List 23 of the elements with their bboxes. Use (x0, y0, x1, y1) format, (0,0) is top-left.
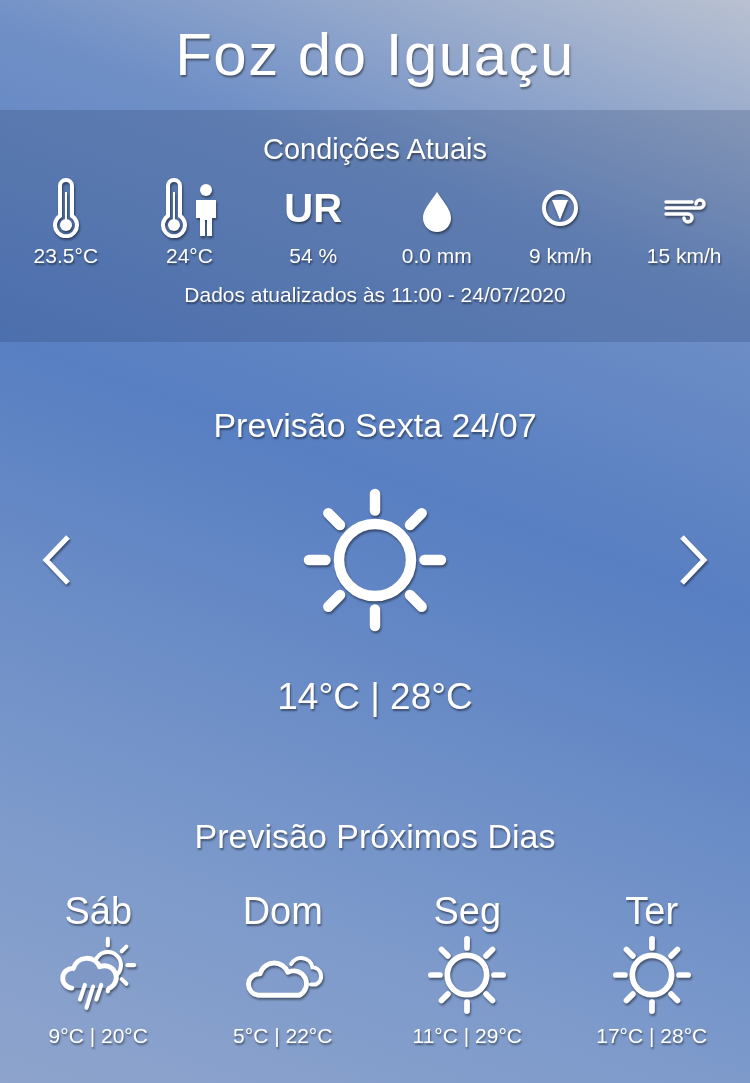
day-temperatures: 11°C | 29°C (412, 1022, 522, 1049)
condition-value: 0.0 mm (401, 242, 472, 269)
humidity-label: UR (284, 184, 343, 232)
day-name: Sáb (64, 889, 133, 932)
day-name: Ter (625, 889, 679, 932)
day-temperatures: 17°C | 28°C (596, 1022, 708, 1049)
sun-icon (426, 933, 509, 1016)
condition-value: 54 % (289, 242, 338, 269)
day-temperatures: 5°C | 22°C (233, 1022, 333, 1049)
condition-value: 23.5°C (33, 242, 99, 269)
section-title: Condições Atuais (262, 132, 488, 167)
condition-value: 24°C (166, 242, 213, 269)
section-title: Previsão Próximos Dias (193, 815, 557, 857)
city-title: Foz do Iguaçu (175, 20, 575, 90)
update-time: Dados atualizados às 11:00 - 24/07/2020 (184, 282, 566, 308)
condition-value: 15 km/h (646, 242, 722, 269)
day-temperatures: 9°C | 20°C (48, 1022, 148, 1049)
day-name: Dom (242, 889, 323, 932)
sun-icon (610, 933, 693, 1016)
today-temperatures: 14°C | 28°C (276, 675, 474, 719)
condition-value: 9 km/h (528, 242, 592, 269)
section-title: Previsão Sexta 24/07 (212, 405, 538, 446)
day-name: Seg (433, 889, 502, 932)
